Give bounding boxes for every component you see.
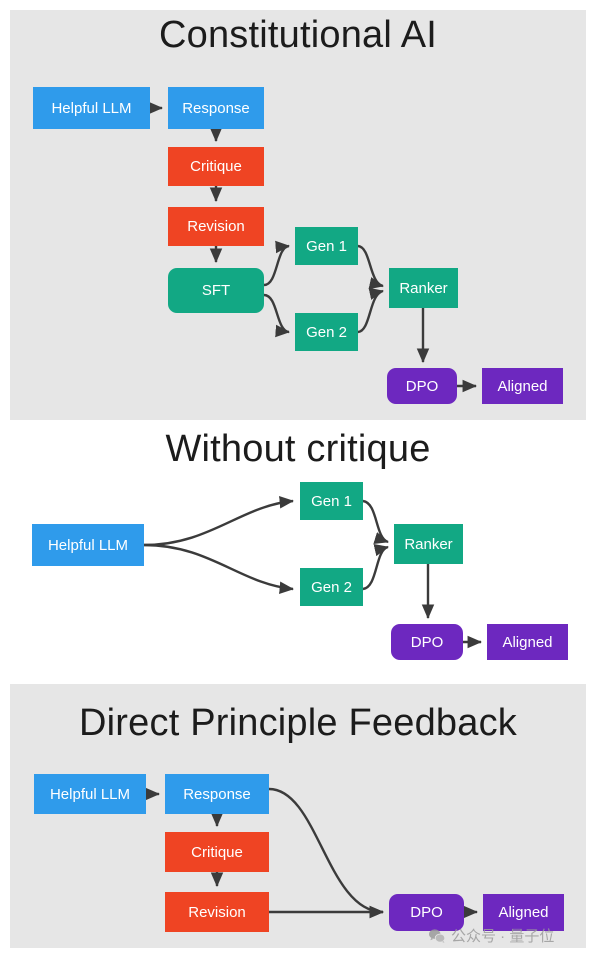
wechat-icon <box>428 927 446 945</box>
node-helpful-llm-p2[interactable]: Helpful LLM <box>32 524 144 566</box>
node-ranker-p1[interactable]: Ranker <box>389 268 458 308</box>
node-revision-p3[interactable]: Revision <box>165 892 269 932</box>
node-helpful-llm-p3[interactable]: Helpful LLM <box>34 774 146 814</box>
node-gen-1-p1[interactable]: Gen 1 <box>295 227 358 265</box>
diagram-canvas: Constitutional AI Without critique Direc… <box>0 0 596 958</box>
panel-title-direct-principle-feedback: Direct Principle Feedback <box>79 702 517 744</box>
node-label: Aligned <box>498 904 549 921</box>
node-label: Revision <box>187 218 245 235</box>
node-label: Gen 2 <box>311 578 352 596</box>
node-label: Critique <box>190 158 242 175</box>
node-label: DPO <box>410 904 443 921</box>
edge-helpful-llm-to-gen-2 <box>143 543 294 594</box>
node-helpful-llm-p1[interactable]: Helpful LLM <box>33 87 150 129</box>
node-dpo-p1[interactable]: DPO <box>387 368 457 404</box>
node-label: Response <box>183 785 251 803</box>
node-label: DPO <box>410 633 444 651</box>
node-gen-2-p1[interactable]: Gen 2 <box>295 313 358 351</box>
node-label: Response <box>182 99 250 117</box>
edge-helpful-llm-to-gen-1 <box>143 496 294 547</box>
node-gen-1-p2[interactable]: Gen 1 <box>300 482 363 520</box>
edge-gen-2-to-ranker-2 <box>362 543 389 591</box>
panel-title-without-critique: Without critique <box>165 428 431 470</box>
node-critique-p1[interactable]: Critique <box>168 147 264 186</box>
node-label: Critique <box>191 843 243 861</box>
node-aligned-p1[interactable]: Aligned <box>482 368 563 404</box>
panel-title-constitutional-ai: Constitutional AI <box>158 14 437 56</box>
watermark-text: 公众号 · 量子位 <box>451 928 555 945</box>
node-label: Gen 1 <box>306 237 347 255</box>
panel-background-constitutional-ai <box>10 10 586 420</box>
node-label: Helpful LLM <box>49 785 131 803</box>
node-response-p3[interactable]: Response <box>165 774 269 814</box>
node-label: Aligned <box>497 377 548 395</box>
edge-gen-1-to-ranker-2 <box>362 499 389 544</box>
node-sft-p1[interactable]: SFT <box>168 268 264 313</box>
node-label: Helpful LLM <box>47 536 129 554</box>
node-label: DPO <box>405 377 439 395</box>
node-label: Gen 1 <box>311 492 352 510</box>
node-label: Helpful LLM <box>51 99 132 117</box>
node-dpo-p2[interactable]: DPO <box>391 624 463 660</box>
node-label: Aligned <box>502 633 553 651</box>
node-label: Gen 2 <box>306 323 347 341</box>
node-label: Ranker <box>399 279 448 297</box>
node-aligned-p2[interactable]: Aligned <box>487 624 568 660</box>
watermark: 公众号 · 量子位 <box>428 925 554 946</box>
node-gen-2-p2[interactable]: Gen 2 <box>300 568 363 606</box>
node-response-p1[interactable]: Response <box>168 87 264 129</box>
node-label: SFT <box>201 282 231 299</box>
node-label: Ranker <box>404 535 453 553</box>
node-revision-p1[interactable]: Revision <box>168 207 264 246</box>
node-label: Revision <box>188 903 246 921</box>
node-critique-p3[interactable]: Critique <box>165 832 269 872</box>
node-ranker-p2[interactable]: Ranker <box>394 524 463 564</box>
